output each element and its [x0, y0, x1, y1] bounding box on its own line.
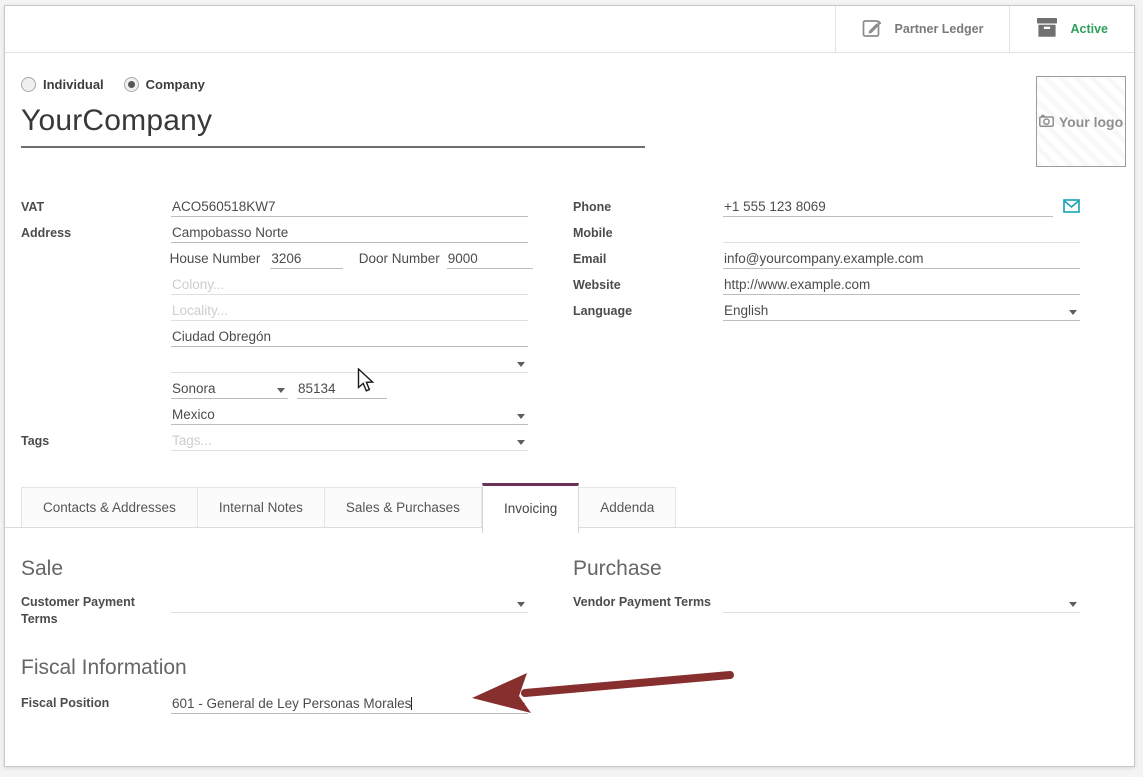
house-number-label: House Number — [170, 249, 261, 275]
vat-label: VAT — [21, 197, 171, 223]
vendor-payment-terms-label: Vendor Payment Terms — [573, 593, 723, 613]
chevron-down-icon — [517, 440, 525, 445]
individual-radio-label: Individual — [43, 77, 104, 92]
logo-label: Your logo — [1059, 114, 1123, 130]
contact-group: Phone +1 555 123 8069 Mobile Email info@… — [573, 197, 1088, 327]
mobile-label: Mobile — [573, 223, 723, 249]
tags-row: Tags Tags... — [21, 431, 533, 457]
partner-ledger-button[interactable]: Partner Ledger — [835, 6, 1010, 52]
radio-unchecked-icon — [21, 77, 36, 92]
municipality-row — [21, 353, 533, 379]
website-input[interactable]: http://www.example.com — [723, 275, 1080, 295]
radio-checked-icon — [124, 77, 139, 92]
text-cursor — [411, 697, 412, 710]
municipality-select[interactable] — [171, 353, 528, 373]
mobile-row: Mobile — [573, 223, 1088, 249]
zip-input[interactable]: 85134 — [297, 379, 387, 399]
fiscal-position-row: Fiscal Position 601 - General de Ley Per… — [21, 694, 533, 714]
state-select[interactable]: Sonora — [171, 379, 288, 399]
company-radio-label: Company — [146, 77, 205, 92]
chevron-down-icon — [517, 362, 525, 367]
tab-sales-purchases[interactable]: Sales & Purchases — [325, 487, 482, 527]
state-zip-row: Sonora 85134 — [21, 379, 533, 405]
fiscal-position-select[interactable]: 601 - General de Ley Personas Morales — [171, 694, 528, 714]
tab-contacts-addresses[interactable]: Contacts & Addresses — [21, 487, 198, 527]
customer-payment-terms-label: Customer Payment Terms — [21, 593, 171, 628]
website-label: Website — [573, 275, 723, 301]
address-group: VAT ACO560518KW7 Address Campobasso Nort… — [21, 197, 533, 457]
colony-input[interactable]: Colony... — [171, 275, 528, 295]
tab-invoicing[interactable]: Invoicing — [482, 483, 579, 533]
chevron-down-icon — [1069, 602, 1077, 607]
sale-heading: Sale — [21, 557, 533, 581]
email-row: Email info@yourcompany.example.com — [573, 249, 1088, 275]
city-input[interactable]: Ciudad Obregón — [171, 327, 528, 347]
company-type-selector: Individual Company — [21, 77, 205, 92]
chevron-down-icon — [1069, 310, 1077, 315]
fiscal-information-group: Fiscal Information Fiscal Position 601 -… — [21, 656, 533, 714]
chevron-down-icon — [517, 414, 525, 419]
email-label: Email — [573, 249, 723, 275]
notebook-tabs: Contacts & Addresses Internal Notes Sale… — [5, 487, 1134, 528]
chevron-down-icon — [517, 602, 525, 607]
chevron-down-icon — [277, 388, 285, 393]
phone-input[interactable]: +1 555 123 8069 — [723, 197, 1053, 217]
door-number-input[interactable]: 9000 — [447, 249, 533, 269]
active-label: Active — [1070, 22, 1108, 36]
country-row: Mexico — [21, 405, 533, 431]
locality-row: Locality... — [21, 301, 533, 327]
house-number-input[interactable]: 3206 — [270, 249, 342, 269]
company-name-input[interactable]: YourCompany — [21, 104, 645, 148]
archive-box-icon — [1036, 18, 1058, 40]
mobile-input[interactable] — [723, 223, 1080, 243]
house-door-row: House Number 3206 Door Number 9000 — [21, 249, 533, 275]
street-input[interactable]: Campobasso Norte — [171, 223, 528, 243]
edit-icon — [862, 17, 883, 41]
tags-label: Tags — [21, 431, 171, 457]
address-label: Address — [21, 223, 171, 249]
city-row: Ciudad Obregón — [21, 327, 533, 353]
customer-payment-terms-select[interactable] — [171, 593, 528, 613]
vendor-payment-terms-select[interactable] — [723, 593, 1080, 613]
purchase-heading: Purchase — [573, 557, 1088, 581]
colony-row: Colony... — [21, 275, 533, 301]
door-number-label: Door Number — [359, 249, 440, 275]
phone-row: Phone +1 555 123 8069 — [573, 197, 1088, 223]
partner-ledger-label: Partner Ledger — [895, 22, 984, 36]
purchase-group: Purchase Vendor Payment Terms — [573, 557, 1088, 613]
country-select[interactable]: Mexico — [171, 405, 528, 425]
company-radio[interactable]: Company — [124, 77, 205, 92]
language-select[interactable]: English — [723, 301, 1080, 321]
tags-input[interactable]: Tags... — [171, 431, 528, 451]
tab-addenda[interactable]: Addenda — [579, 487, 676, 527]
email-input[interactable]: info@yourcompany.example.com — [723, 249, 1080, 269]
street-row: Address Campobasso Norte — [21, 223, 533, 249]
phone-label: Phone — [573, 197, 723, 223]
fiscal-information-heading: Fiscal Information — [21, 656, 533, 680]
language-row: Language English — [573, 301, 1088, 327]
partner-form-sheet: Partner Ledger Active Individual Company… — [4, 5, 1135, 767]
camera-icon — [1039, 114, 1054, 130]
company-logo-upload[interactable]: Your logo — [1036, 76, 1126, 167]
sale-group: Sale Customer Payment Terms — [21, 557, 533, 628]
tab-internal-notes[interactable]: Internal Notes — [198, 487, 325, 527]
active-stat-button[interactable]: Active — [1009, 6, 1134, 52]
vendor-payment-terms-row: Vendor Payment Terms — [573, 593, 1088, 613]
website-row: Website http://www.example.com — [573, 275, 1088, 301]
vat-row: VAT ACO560518KW7 — [21, 197, 533, 223]
sms-envelope-icon[interactable] — [1063, 199, 1080, 223]
customer-payment-terms-row: Customer Payment Terms — [21, 593, 533, 628]
locality-input[interactable]: Locality... — [171, 301, 528, 321]
language-label: Language — [573, 301, 723, 327]
page: { "statusbar": { "partner_ledger_label":… — [0, 0, 1143, 777]
individual-radio[interactable]: Individual — [21, 77, 104, 92]
chevron-down-icon — [517, 703, 525, 708]
statusbar: Partner Ledger Active — [5, 6, 1134, 53]
vat-input[interactable]: ACO560518KW7 — [171, 197, 528, 217]
fiscal-position-label: Fiscal Position — [21, 694, 171, 714]
